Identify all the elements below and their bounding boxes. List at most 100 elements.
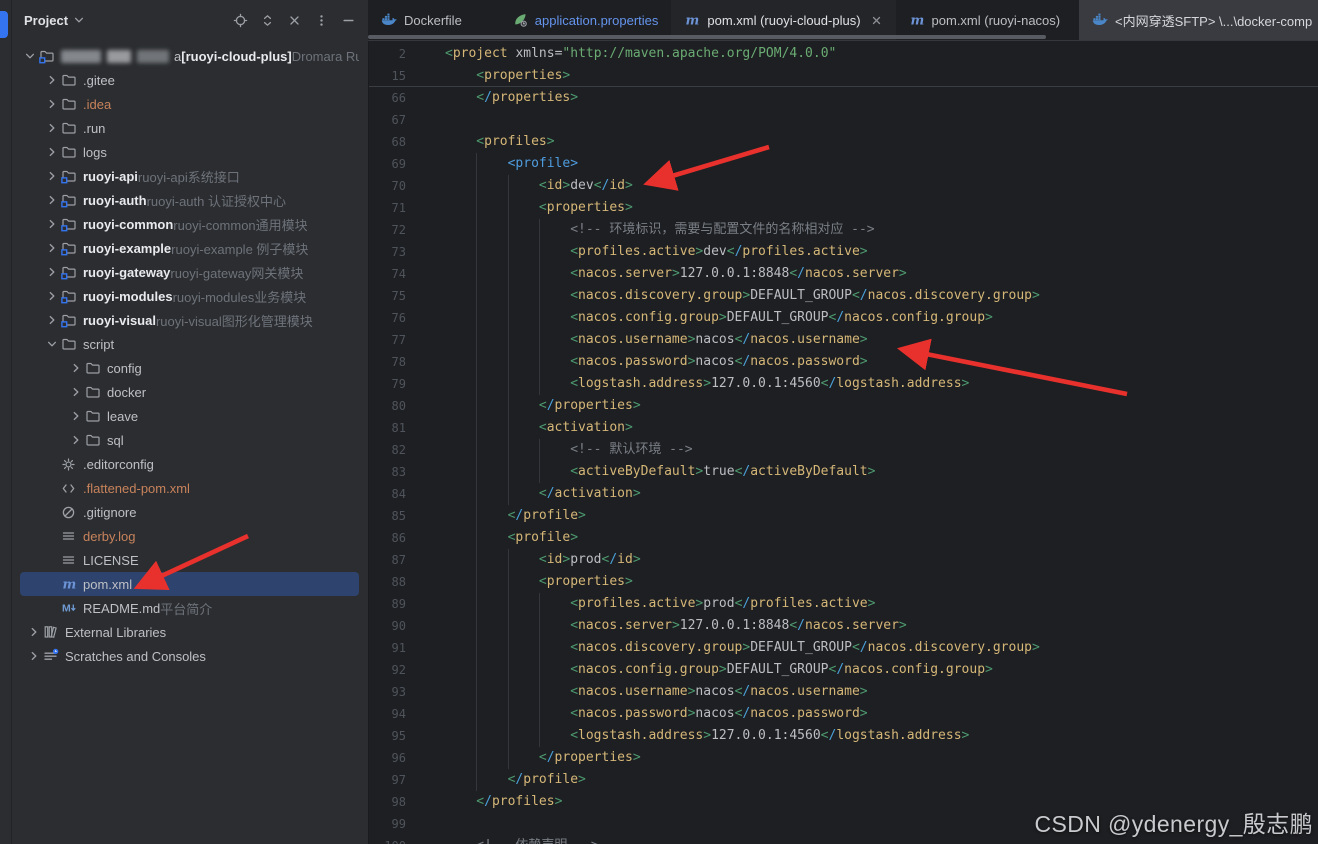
tree-row-ruoyi-example[interactable]: ruoyi-example ruoyi-example 例子模块 bbox=[20, 236, 359, 260]
code-line[interactable]: 100<!-- 依赖声明 --> bbox=[368, 835, 1318, 844]
code-line[interactable]: 78<nacos.password>nacos</nacos.password> bbox=[368, 351, 1318, 373]
line-number[interactable]: 82 bbox=[368, 439, 406, 461]
code-line[interactable]: 74<nacos.server>127.0.0.1:8848</nacos.se… bbox=[368, 263, 1318, 285]
chevron-right-icon[interactable] bbox=[67, 386, 84, 398]
code-line[interactable]: 76<nacos.config.group>DEFAULT_GROUP</nac… bbox=[368, 307, 1318, 329]
line-number[interactable]: 95 bbox=[368, 725, 406, 747]
chevron-right-icon[interactable] bbox=[43, 122, 60, 134]
chevron-right-icon[interactable] bbox=[43, 194, 60, 206]
line-number[interactable]: 75 bbox=[368, 285, 406, 307]
line-number[interactable]: 91 bbox=[368, 637, 406, 659]
chevron-right-icon[interactable] bbox=[43, 314, 60, 326]
line-number[interactable]: 78 bbox=[368, 351, 406, 373]
hide-panel-button[interactable] bbox=[340, 12, 356, 28]
tree-row-idea[interactable]: .idea bbox=[20, 92, 359, 116]
line-number[interactable]: 86 bbox=[368, 527, 406, 549]
tree-row-config[interactable]: config bbox=[20, 356, 359, 380]
tree-row-logs[interactable]: logs bbox=[20, 140, 359, 164]
expand-collapse-button[interactable] bbox=[259, 12, 275, 28]
code-line[interactable]: 93<nacos.username>nacos</nacos.username> bbox=[368, 681, 1318, 703]
code-line[interactable]: 71<properties> bbox=[368, 197, 1318, 219]
code-line[interactable]: 68<profiles> bbox=[368, 131, 1318, 153]
tab-pom-ruoyi-nacos[interactable]: mpom.xml (ruoyi-nacos) bbox=[896, 0, 1074, 40]
code-line[interactable]: 72<!-- 环境标识，需要与配置文件的名称相对应 --> bbox=[368, 219, 1318, 241]
code-line[interactable]: 80</properties> bbox=[368, 395, 1318, 417]
line-number[interactable]: 94 bbox=[368, 703, 406, 725]
line-number[interactable]: 80 bbox=[368, 395, 406, 417]
line-number[interactable]: 97 bbox=[368, 769, 406, 791]
line-number[interactable]: 100 bbox=[368, 835, 406, 844]
line-number[interactable]: 71 bbox=[368, 197, 406, 219]
chevron-down-icon[interactable] bbox=[73, 14, 85, 26]
code-line[interactable]: 88<properties> bbox=[368, 571, 1318, 593]
code-line[interactable]: 91<nacos.discovery.group>DEFAULT_GROUP</… bbox=[368, 637, 1318, 659]
tree-row-scratches[interactable]: Scratches and Consoles bbox=[20, 644, 359, 668]
collapse-all-button[interactable] bbox=[286, 12, 302, 28]
line-number[interactable]: 2 bbox=[368, 43, 406, 65]
tree-row-ruoyi-modules[interactable]: ruoyi-modules ruoyi-modules业务模块 bbox=[20, 284, 359, 308]
chevron-right-icon[interactable] bbox=[43, 98, 60, 110]
tree-row-derby-log[interactable]: derby.log bbox=[20, 524, 359, 548]
line-number[interactable]: 88 bbox=[368, 571, 406, 593]
line-number[interactable]: 96 bbox=[368, 747, 406, 769]
line-number[interactable]: 74 bbox=[368, 263, 406, 285]
project-panel-title[interactable]: Project bbox=[24, 13, 68, 28]
code-line[interactable]: 81<activation> bbox=[368, 417, 1318, 439]
line-number[interactable]: 66 bbox=[368, 87, 406, 109]
tab-pom-ruoyi-cloud-plus[interactable]: mpom.xml (ruoyi-cloud-plus) bbox=[671, 0, 895, 40]
code-line[interactable]: 99 bbox=[368, 813, 1318, 835]
line-number[interactable]: 84 bbox=[368, 483, 406, 505]
chevron-down-icon[interactable] bbox=[43, 338, 60, 350]
code-line[interactable]: 83<activeByDefault>true</activeByDefault… bbox=[368, 461, 1318, 483]
tree-row-external-libraries[interactable]: External Libraries bbox=[20, 620, 359, 644]
line-number[interactable]: 69 bbox=[368, 153, 406, 175]
code-line[interactable]: 79<logstash.address>127.0.0.1:4560</logs… bbox=[368, 373, 1318, 395]
chevron-right-icon[interactable] bbox=[43, 170, 60, 182]
chevron-right-icon[interactable] bbox=[67, 362, 84, 374]
code-line[interactable]: 89<profiles.active>prod</profiles.active… bbox=[368, 593, 1318, 615]
code-line[interactable]: 82<!-- 默认环境 --> bbox=[368, 439, 1318, 461]
line-number[interactable]: 92 bbox=[368, 659, 406, 681]
line-number[interactable]: 68 bbox=[368, 131, 406, 153]
line-number[interactable]: 79 bbox=[368, 373, 406, 395]
chevron-right-icon[interactable] bbox=[43, 266, 60, 278]
code-line[interactable]: 73<profiles.active>dev</profiles.active> bbox=[368, 241, 1318, 263]
tree-row-leave[interactable]: leave bbox=[20, 404, 359, 428]
code-line[interactable]: 90<nacos.server>127.0.0.1:8848</nacos.se… bbox=[368, 615, 1318, 637]
tree-row-readme[interactable]: MREADME.md 平台简介 bbox=[20, 596, 359, 620]
line-number[interactable]: 98 bbox=[368, 791, 406, 813]
code-line[interactable]: 70<id>dev</id> bbox=[368, 175, 1318, 197]
tree-row-run[interactable]: .run bbox=[20, 116, 359, 140]
code-line[interactable]: 66</properties> bbox=[368, 87, 1318, 109]
tree-row-license[interactable]: LICENSE bbox=[20, 548, 359, 572]
more-options-button[interactable] bbox=[313, 12, 329, 28]
line-number[interactable]: 81 bbox=[368, 417, 406, 439]
tree-row-sql[interactable]: sql bbox=[20, 428, 359, 452]
chevron-right-icon[interactable] bbox=[43, 146, 60, 158]
tree-row-gitignore[interactable]: .gitignore bbox=[20, 500, 359, 524]
tree-row-ruoyi-visual[interactable]: ruoyi-visual ruoyi-visual图形化管理模块 bbox=[20, 308, 359, 332]
chevron-down-icon[interactable] bbox=[21, 50, 38, 62]
tree-row-script[interactable]: script bbox=[20, 332, 359, 356]
code-line[interactable]: 85</profile> bbox=[368, 505, 1318, 527]
chevron-right-icon[interactable] bbox=[43, 290, 60, 302]
tab-application-properties[interactable]: application.properties bbox=[499, 0, 672, 40]
tree-row-docker[interactable]: docker bbox=[20, 380, 359, 404]
code-line[interactable]: 97</profile> bbox=[368, 769, 1318, 791]
chevron-right-icon[interactable] bbox=[25, 650, 42, 662]
tree-row-ruoyi-gateway[interactable]: ruoyi-gateway ruoyi-gateway网关模块 bbox=[20, 260, 359, 284]
code-line[interactable]: 96</properties> bbox=[368, 747, 1318, 769]
chevron-right-icon[interactable] bbox=[67, 410, 84, 422]
tree-row-gitee[interactable]: .gitee bbox=[20, 68, 359, 92]
code-line[interactable]: 86<profile> bbox=[368, 527, 1318, 549]
code-line[interactable]: 87<id>prod</id> bbox=[368, 549, 1318, 571]
code-line[interactable]: 94<nacos.password>nacos</nacos.password> bbox=[368, 703, 1318, 725]
code-line[interactable]: 75<nacos.discovery.group>DEFAULT_GROUP</… bbox=[368, 285, 1318, 307]
tab-sftp-docker-compose[interactable]: <内网穿透SFTP> \...\docker-comp bbox=[1079, 0, 1318, 40]
line-number[interactable]: 67 bbox=[368, 109, 406, 131]
code-line[interactable]: 67 bbox=[368, 109, 1318, 131]
tree-row-ruoyi-api[interactable]: ruoyi-api ruoyi-api系统接口 bbox=[20, 164, 359, 188]
line-number[interactable]: 87 bbox=[368, 549, 406, 571]
tab-dockerfile[interactable]: Dockerfile bbox=[368, 0, 475, 40]
code-editor[interactable]: 2<project xmlns="http://maven.apache.org… bbox=[368, 41, 1318, 844]
